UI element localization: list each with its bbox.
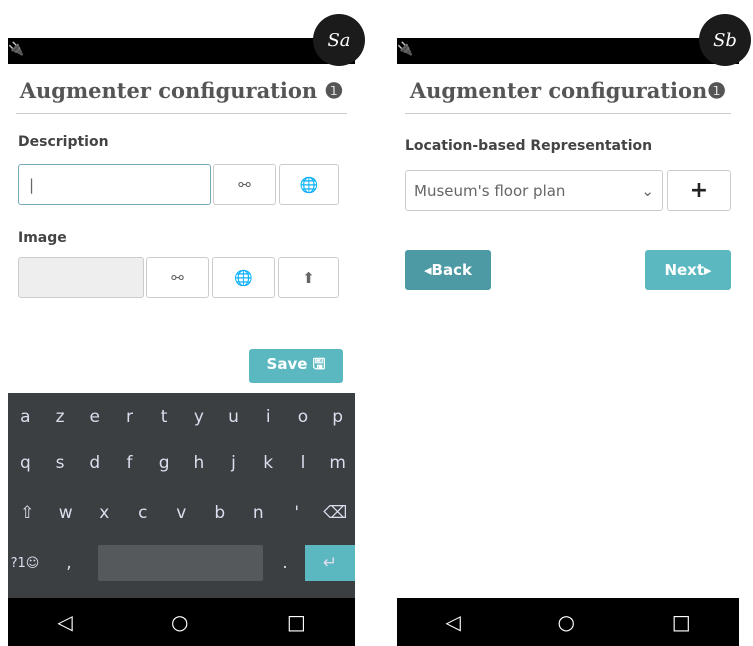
- period-key[interactable]: .: [268, 545, 302, 581]
- status-bar: 🔌★▼◢: [8, 38, 355, 64]
- recents-icon[interactable]: □: [672, 610, 691, 634]
- key-1[interactable]: w: [47, 495, 86, 531]
- chevron-down-icon: ⌄: [641, 181, 654, 200]
- key-3[interactable]: c: [124, 495, 163, 531]
- add-button[interactable]: +: [667, 170, 731, 211]
- description-input[interactable]: |: [18, 164, 211, 205]
- save-button[interactable]: Save 🖫: [249, 349, 343, 383]
- key-5[interactable]: h: [182, 445, 217, 481]
- screen-a: 🔌★▼◢ Augmenter configuration ❶ Descripti…: [8, 38, 355, 646]
- keyboard: a z e r t y u i o p q s d f g h j k l m ⇧ w x c v b n ' ⌫ ?1☺ , . ↵: [8, 393, 355, 598]
- usb-icon: 🔌: [8, 42, 25, 57]
- screen-b: 🔌★▼◢ Augmenter configuration❶ Location-b…: [397, 38, 739, 646]
- enter-key[interactable]: ↵: [305, 545, 355, 581]
- key-5[interactable]: b: [201, 495, 240, 531]
- status-bar: 🔌★▼◢: [397, 38, 739, 64]
- screen-a-badge: Sa: [313, 14, 365, 66]
- key-2[interactable]: e: [77, 399, 112, 435]
- key-6[interactable]: j: [216, 445, 251, 481]
- home-icon[interactable]: ○: [171, 610, 188, 634]
- key-6[interactable]: u: [216, 399, 251, 435]
- image-globe-button[interactable]: 🌐: [212, 257, 275, 298]
- image-input[interactable]: [18, 257, 144, 298]
- description-label: Description: [18, 134, 109, 150]
- key-9[interactable]: p: [320, 399, 355, 435]
- nav-bar: ◁ ○ □: [8, 598, 355, 646]
- key-6[interactable]: n: [239, 495, 278, 531]
- symbols-key[interactable]: ?1☺: [8, 545, 42, 581]
- back-icon[interactable]: ◁: [57, 610, 72, 634]
- home-icon[interactable]: ○: [558, 610, 575, 634]
- representation-select[interactable]: Museum's floor plan ⌄: [405, 170, 663, 211]
- key-3[interactable]: r: [112, 399, 147, 435]
- key-0[interactable]: ⇧: [8, 495, 47, 531]
- comma-key[interactable]: ,: [48, 545, 90, 581]
- key-1[interactable]: s: [43, 445, 78, 481]
- next-button[interactable]: Next▸: [645, 250, 731, 290]
- page-title: Augmenter configuration❶: [405, 68, 731, 114]
- image-label: Image: [18, 230, 67, 246]
- key-0[interactable]: a: [8, 399, 43, 435]
- key-8[interactable]: o: [286, 399, 321, 435]
- key-1[interactable]: z: [43, 399, 78, 435]
- key-0[interactable]: q: [8, 445, 43, 481]
- globe-button[interactable]: 🌐: [279, 164, 339, 205]
- back-button[interactable]: ◂Back: [405, 250, 491, 290]
- key-7[interactable]: ': [278, 495, 317, 531]
- key-3[interactable]: f: [112, 445, 147, 481]
- back-icon[interactable]: ◁: [445, 610, 460, 634]
- recents-icon[interactable]: □: [287, 610, 306, 634]
- usb-icon: 🔌: [397, 42, 414, 57]
- key-2[interactable]: x: [85, 495, 124, 531]
- key-8[interactable]: ⌫: [316, 495, 355, 531]
- key-2[interactable]: d: [77, 445, 112, 481]
- link-button[interactable]: ⚯: [213, 164, 276, 205]
- key-7[interactable]: k: [251, 445, 286, 481]
- image-link-button[interactable]: ⚯: [146, 257, 209, 298]
- space-key[interactable]: [98, 545, 263, 581]
- key-4[interactable]: v: [162, 495, 201, 531]
- key-8[interactable]: l: [286, 445, 321, 481]
- key-7[interactable]: i: [251, 399, 286, 435]
- upload-button[interactable]: ⬆: [278, 257, 339, 298]
- key-9[interactable]: m: [320, 445, 355, 481]
- page-title: Augmenter configuration ❶: [16, 68, 347, 114]
- key-4[interactable]: g: [147, 445, 182, 481]
- key-4[interactable]: t: [147, 399, 182, 435]
- nav-bar: ◁ ○ □: [397, 598, 739, 646]
- select-value: Museum's floor plan: [414, 181, 566, 200]
- screen-b-badge: Sb: [699, 14, 751, 66]
- location-label: Location-based Representation: [405, 138, 653, 154]
- key-5[interactable]: y: [182, 399, 217, 435]
